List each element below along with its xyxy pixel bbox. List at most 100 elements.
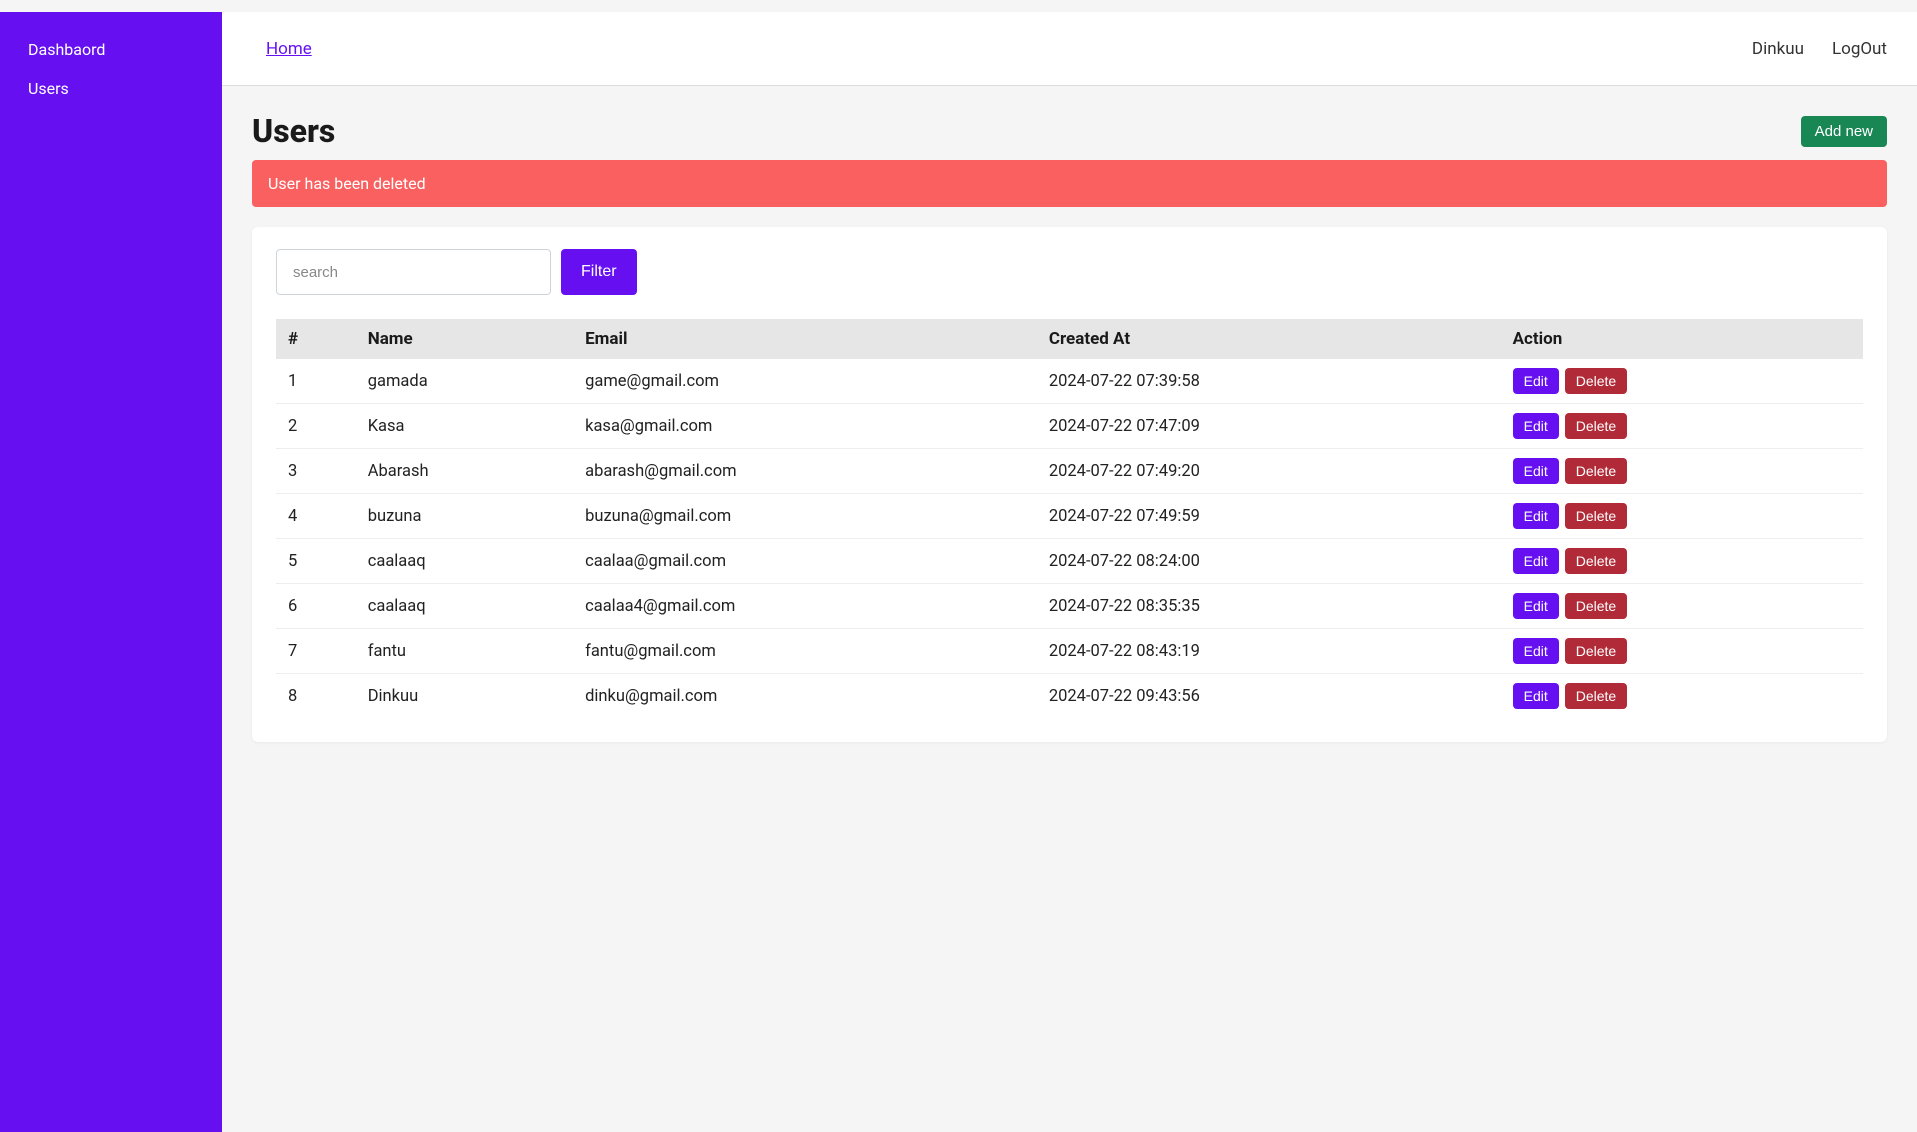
cell-actions: EditDelete xyxy=(1501,584,1863,629)
cell-idx: 3 xyxy=(276,449,356,494)
table-row: 5caalaaqcaalaa@gmail.com2024-07-22 08:24… xyxy=(276,539,1863,584)
topnav-left: Home xyxy=(266,39,312,59)
cell-name: Dinkuu xyxy=(356,674,573,719)
sidebar: Dashbaord Users xyxy=(0,12,222,1132)
row-actions: EditDelete xyxy=(1513,413,1851,439)
users-table: # Name Email Created At Action 1gamadaga… xyxy=(276,319,1863,718)
delete-button[interactable]: Delete xyxy=(1565,368,1627,394)
table-row: 1gamadagame@gmail.com2024-07-22 07:39:58… xyxy=(276,359,1863,404)
cell-actions: EditDelete xyxy=(1501,404,1863,449)
add-new-button[interactable]: Add new xyxy=(1801,116,1887,147)
cell-name: buzuna xyxy=(356,494,573,539)
cell-created-at: 2024-07-22 07:49:59 xyxy=(1037,494,1501,539)
row-actions: EditDelete xyxy=(1513,638,1851,664)
table-row: 3Abarashabarash@gmail.com2024-07-22 07:4… xyxy=(276,449,1863,494)
cell-idx: 7 xyxy=(276,629,356,674)
col-header-email: Email xyxy=(573,319,1037,359)
cell-created-at: 2024-07-22 07:39:58 xyxy=(1037,359,1501,404)
alert-success: User has been deleted xyxy=(252,160,1887,207)
row-actions: EditDelete xyxy=(1513,368,1851,394)
table-row: 7fantufantu@gmail.com2024-07-22 08:43:19… xyxy=(276,629,1863,674)
edit-button[interactable]: Edit xyxy=(1513,503,1559,529)
cell-email: game@gmail.com xyxy=(573,359,1037,404)
search-input[interactable] xyxy=(276,249,551,295)
sidebar-item-dashboard[interactable]: Dashbaord xyxy=(0,30,222,69)
cell-name: fantu xyxy=(356,629,573,674)
col-header-action: Action xyxy=(1501,319,1863,359)
cell-idx: 6 xyxy=(276,584,356,629)
col-header-idx: # xyxy=(276,319,356,359)
alert-message: User has been deleted xyxy=(268,174,426,193)
cell-name: caalaaq xyxy=(356,539,573,584)
edit-button[interactable]: Edit xyxy=(1513,548,1559,574)
cell-email: caalaa4@gmail.com xyxy=(573,584,1037,629)
cell-idx: 2 xyxy=(276,404,356,449)
cell-email: buzuna@gmail.com xyxy=(573,494,1037,539)
row-actions: EditDelete xyxy=(1513,503,1851,529)
topnav: Home Dinkuu LogOut xyxy=(222,12,1917,86)
cell-created-at: 2024-07-22 08:43:19 xyxy=(1037,629,1501,674)
sidebar-item-label: Dashbaord xyxy=(28,40,105,59)
col-header-name: Name xyxy=(356,319,573,359)
edit-button[interactable]: Edit xyxy=(1513,638,1559,664)
edit-button[interactable]: Edit xyxy=(1513,593,1559,619)
cell-actions: EditDelete xyxy=(1501,494,1863,539)
cell-name: Abarash xyxy=(356,449,573,494)
edit-button[interactable]: Edit xyxy=(1513,368,1559,394)
table-row: 4buzunabuzuna@gmail.com2024-07-22 07:49:… xyxy=(276,494,1863,539)
cell-email: dinku@gmail.com xyxy=(573,674,1037,719)
cell-idx: 8 xyxy=(276,674,356,719)
cell-email: abarash@gmail.com xyxy=(573,449,1037,494)
users-card: Filter # Name Email Created At Action xyxy=(252,227,1887,742)
home-link[interactable]: Home xyxy=(266,39,312,59)
main-column: Home Dinkuu LogOut Users Add new User ha… xyxy=(222,12,1917,1132)
table-header-row: # Name Email Created At Action xyxy=(276,319,1863,359)
cell-email: fantu@gmail.com xyxy=(573,629,1037,674)
delete-button[interactable]: Delete xyxy=(1565,638,1627,664)
sidebar-item-label: Users xyxy=(28,79,69,98)
edit-button[interactable]: Edit xyxy=(1513,458,1559,484)
delete-button[interactable]: Delete xyxy=(1565,458,1627,484)
cell-created-at: 2024-07-22 07:49:20 xyxy=(1037,449,1501,494)
cell-idx: 1 xyxy=(276,359,356,404)
cell-created-at: 2024-07-22 08:35:35 xyxy=(1037,584,1501,629)
page-header: Users Add new xyxy=(252,112,1887,150)
cell-email: kasa@gmail.com xyxy=(573,404,1037,449)
delete-button[interactable]: Delete xyxy=(1565,503,1627,529)
cell-actions: EditDelete xyxy=(1501,629,1863,674)
filter-button[interactable]: Filter xyxy=(561,249,637,295)
browser-chrome-spacer xyxy=(0,0,1917,12)
cell-name: caalaaq xyxy=(356,584,573,629)
row-actions: EditDelete xyxy=(1513,683,1851,709)
row-actions: EditDelete xyxy=(1513,458,1851,484)
cell-email: caalaa@gmail.com xyxy=(573,539,1037,584)
cell-actions: EditDelete xyxy=(1501,539,1863,584)
page-title: Users xyxy=(252,112,335,150)
cell-actions: EditDelete xyxy=(1501,359,1863,404)
cell-created-at: 2024-07-22 08:24:00 xyxy=(1037,539,1501,584)
col-header-created-at: Created At xyxy=(1037,319,1501,359)
delete-button[interactable]: Delete xyxy=(1565,413,1627,439)
logout-link[interactable]: LogOut xyxy=(1832,39,1887,59)
topnav-right: Dinkuu LogOut xyxy=(1752,39,1887,59)
delete-button[interactable]: Delete xyxy=(1565,683,1627,709)
app-root: Dashbaord Users Home Dinkuu LogOut Users… xyxy=(0,12,1917,1132)
cell-created-at: 2024-07-22 09:43:56 xyxy=(1037,674,1501,719)
edit-button[interactable]: Edit xyxy=(1513,413,1559,439)
delete-button[interactable]: Delete xyxy=(1565,548,1627,574)
cell-idx: 4 xyxy=(276,494,356,539)
content-area: Users Add new User has been deleted Filt… xyxy=(222,86,1917,1132)
edit-button[interactable]: Edit xyxy=(1513,683,1559,709)
users-table-body: 1gamadagame@gmail.com2024-07-22 07:39:58… xyxy=(276,359,1863,718)
row-actions: EditDelete xyxy=(1513,593,1851,619)
table-row: 2Kasakasa@gmail.com2024-07-22 07:47:09Ed… xyxy=(276,404,1863,449)
filter-row: Filter xyxy=(276,249,1863,295)
row-actions: EditDelete xyxy=(1513,548,1851,574)
cell-actions: EditDelete xyxy=(1501,674,1863,719)
cell-actions: EditDelete xyxy=(1501,449,1863,494)
sidebar-item-users[interactable]: Users xyxy=(0,69,222,108)
current-user-link[interactable]: Dinkuu xyxy=(1752,39,1804,59)
delete-button[interactable]: Delete xyxy=(1565,593,1627,619)
table-row: 8Dinkuudinku@gmail.com2024-07-22 09:43:5… xyxy=(276,674,1863,719)
table-row: 6caalaaqcaalaa4@gmail.com2024-07-22 08:3… xyxy=(276,584,1863,629)
